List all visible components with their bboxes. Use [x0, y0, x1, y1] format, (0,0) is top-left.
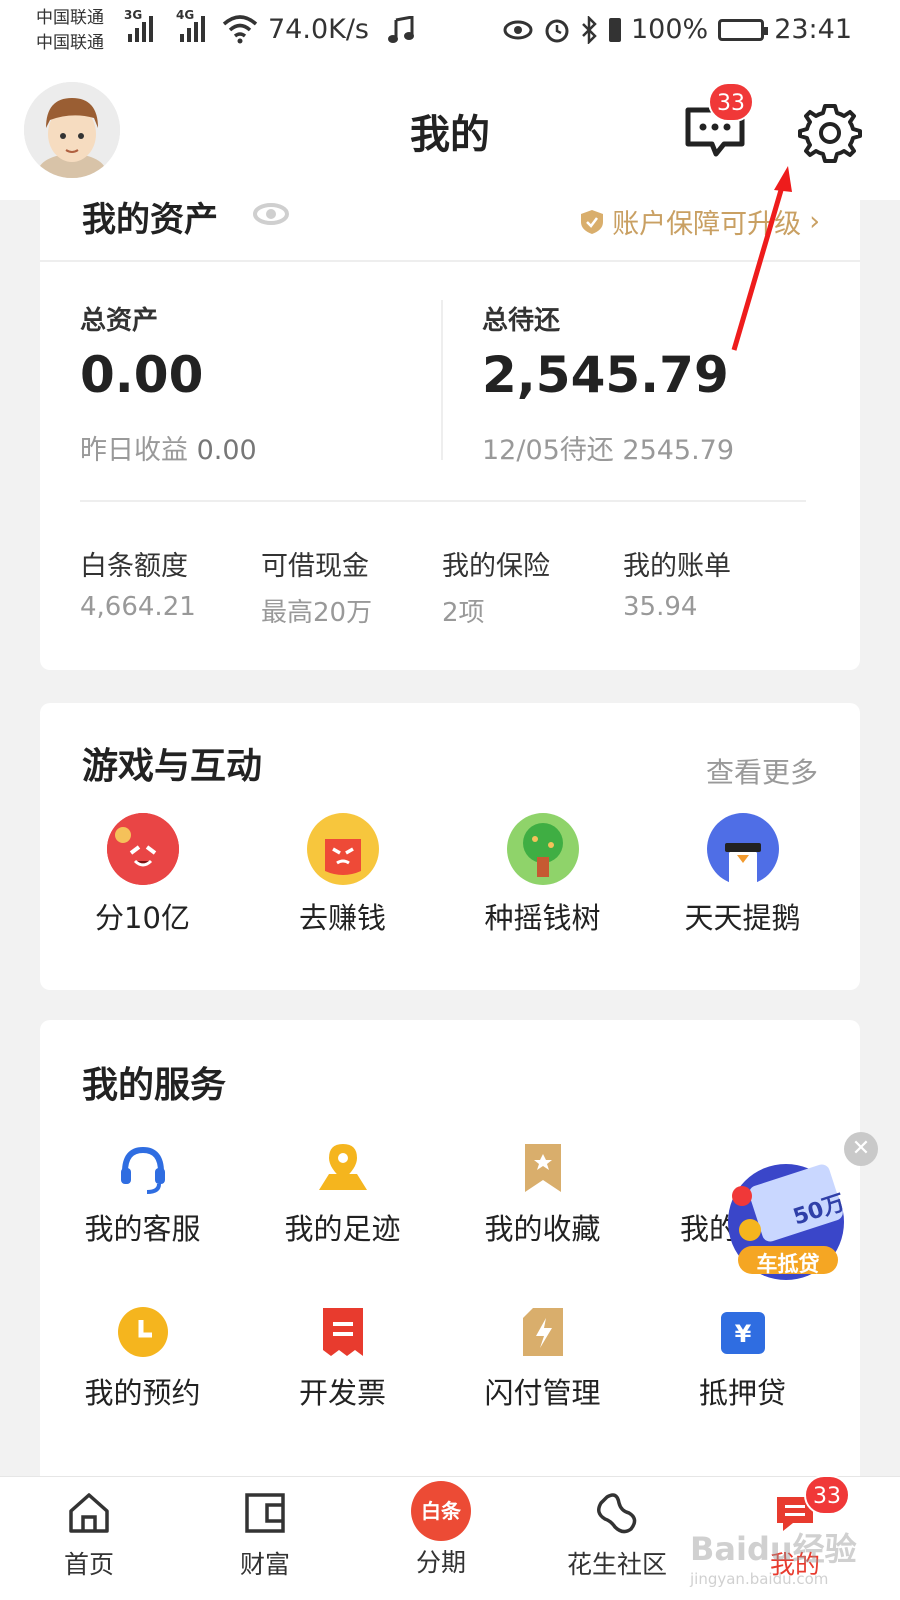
pending-repay-label: 总待还	[482, 306, 561, 336]
service-quickpay[interactable]: 闪付管理	[440, 1304, 645, 1412]
pending-repay-due: 12/05待还 2545.79	[482, 435, 735, 466]
location-pin-icon	[315, 1140, 371, 1196]
total-assets-label: 总资产	[80, 306, 159, 336]
divider	[80, 500, 806, 502]
services-title: 我的服务	[82, 1065, 227, 1106]
service-mortgage-loan[interactable]: ¥ 抵押贷	[640, 1304, 845, 1412]
game-item-money-tree[interactable]: 种摇钱树	[440, 813, 645, 937]
clock-icon	[115, 1304, 171, 1360]
money-tree-icon	[506, 813, 579, 885]
carrier-names: 中国联通 中国联通	[36, 8, 104, 53]
vertical-divider	[441, 300, 443, 460]
baitiao-icon: 白条	[411, 1481, 471, 1541]
eye-visibility-icon[interactable]	[252, 202, 290, 226]
tab-installment[interactable]: 白条 分期	[376, 1481, 506, 1579]
see-more-link[interactable]: 查看更多	[706, 751, 818, 791]
red-packet-monster-icon	[106, 813, 179, 885]
status-indicators: 100% 23:41	[503, 14, 852, 45]
tab-home[interactable]: 首页	[24, 1491, 154, 1581]
gear-icon	[798, 104, 862, 163]
page-title: 我的	[410, 112, 490, 158]
service-appointments[interactable]: 我的预约	[40, 1304, 245, 1412]
alarm-icon	[545, 19, 569, 42]
battery-small-icon	[608, 17, 621, 42]
game-item-fen10yi[interactable]: 分10亿	[40, 813, 245, 937]
games-title: 游戏与互动	[82, 746, 263, 787]
signal-3g-icon: 3G	[124, 8, 153, 42]
yen-bag-icon: ¥	[715, 1304, 771, 1360]
wallet-icon	[245, 1493, 285, 1533]
music-note-icon	[388, 16, 414, 43]
goose-icon	[706, 813, 779, 885]
red-arrow-annotation	[731, 166, 792, 351]
ad-close-button[interactable]: ✕	[844, 1132, 878, 1166]
service-customer-support[interactable]: 我的客服	[40, 1140, 245, 1248]
game-item-goose[interactable]: 天天提鹅	[640, 813, 845, 937]
car-loan-ad[interactable]: 50万 车抵贷	[720, 1160, 858, 1280]
tab-wealth[interactable]: 财富	[200, 1491, 330, 1581]
shield-icon	[581, 209, 604, 234]
baidu-watermark: Baidu经验 jingyan.baidu.com	[690, 1530, 857, 1588]
headset-icon	[115, 1140, 171, 1196]
game-item-earn-money[interactable]: 去赚钱	[240, 813, 445, 937]
status-bar: 中国联通 中国联通 3G 4G 74.0K/s 100% 23:41	[0, 0, 900, 66]
chevron-right-icon: ›	[809, 206, 820, 237]
close-icon: ✕	[851, 1136, 871, 1161]
svg-text:¥: ¥	[734, 1320, 751, 1348]
wifi-icon	[222, 15, 258, 44]
battery-icon	[718, 18, 769, 41]
settings-button[interactable]	[798, 100, 862, 164]
peanut-icon	[597, 1493, 637, 1534]
home-icon	[69, 1493, 109, 1533]
ad-label: 车抵贷	[756, 1252, 820, 1276]
games-card: 游戏与互动 查看更多 分10亿 去赚钱 种摇钱树 天天提鹅	[40, 703, 860, 990]
service-invoice[interactable]: 开发票	[240, 1304, 445, 1412]
bookmark-icon	[515, 1140, 571, 1196]
invoice-icon	[315, 1304, 371, 1360]
service-footprints[interactable]: 我的足迹	[240, 1140, 445, 1248]
quickpay-icon	[515, 1304, 571, 1360]
total-assets-value[interactable]: 0.00	[80, 346, 203, 404]
profile-count-badge: 33	[804, 1475, 850, 1515]
signal-4g-icon: 4G	[176, 8, 205, 42]
angry-bag-icon	[306, 813, 379, 885]
bluetooth-icon	[582, 15, 597, 44]
pending-repay-value[interactable]: 2,545.79	[482, 346, 729, 404]
messages-button[interactable]: 33	[684, 82, 754, 158]
eye-care-icon	[503, 20, 533, 39]
message-count-badge: 33	[708, 82, 754, 122]
clock-time: 23:41	[774, 14, 852, 45]
service-favorites[interactable]: 我的收藏	[440, 1140, 645, 1248]
yesterday-earnings: 昨日收益 0.00	[80, 435, 257, 466]
network-speed: 74.0K/s	[268, 14, 369, 45]
battery-percent: 100%	[630, 14, 709, 45]
tab-peanut-community[interactable]: 花生社区	[552, 1491, 682, 1581]
